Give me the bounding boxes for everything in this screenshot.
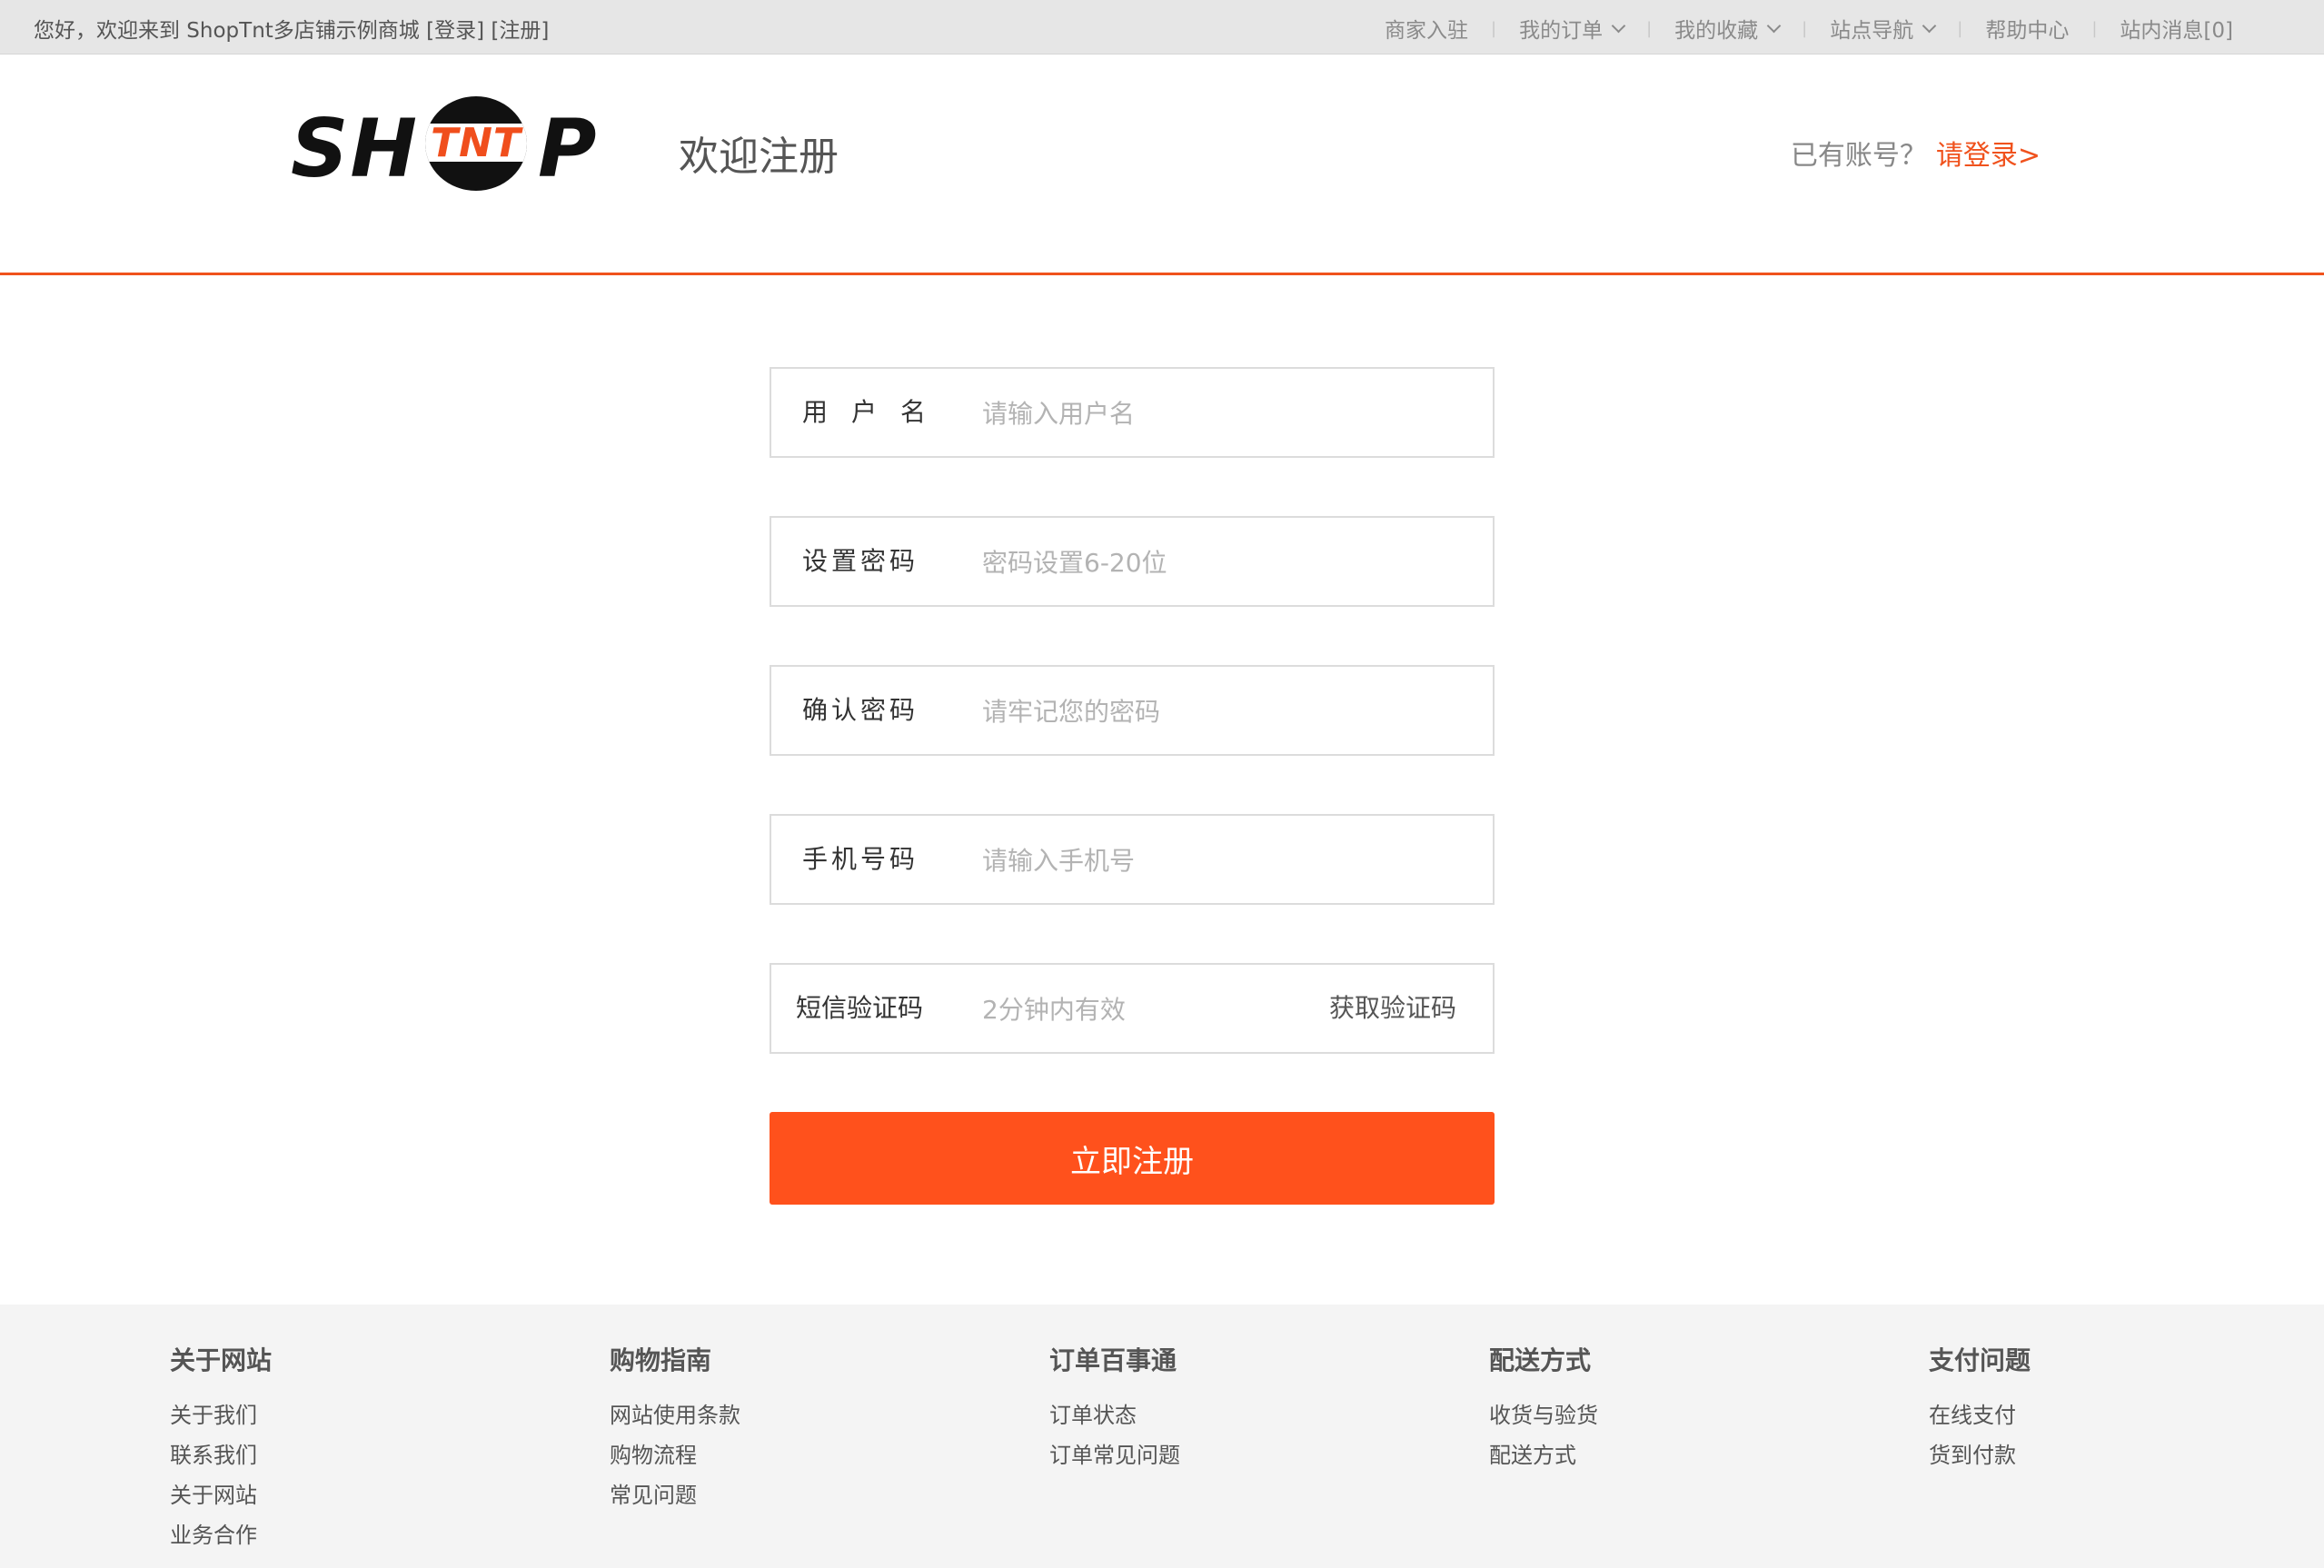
chevron-down-icon bbox=[1922, 18, 1937, 34]
confirm-password-row: 确认密码 bbox=[770, 665, 1495, 756]
top-nav: 商家入驻 | 我的订单 | 我的收藏 | 站点导航 | 帮助中心 | 站内消息[… bbox=[1385, 13, 2233, 44]
password-input[interactable] bbox=[980, 536, 1456, 589]
footer-column-title: 关于网站 bbox=[170, 1345, 273, 1375]
footer-column-title: 订单百事通 bbox=[1049, 1345, 1177, 1375]
help-center-link[interactable]: 帮助中心 bbox=[1985, 13, 2069, 44]
greeting-text: 您好，欢迎来到 ShopTnt多店铺示例商城 bbox=[34, 19, 420, 43]
footer: 关于网站 关于我们 联系我们 关于网站 业务合作 购物指南 网站使用条款 购物流… bbox=[0, 1305, 2324, 1568]
footer-column-delivery: 配送方式 收货与验货 配送方式 bbox=[1489, 1341, 1598, 1475]
logo-ring-icon: TNT bbox=[425, 96, 527, 191]
footer-column-about: 关于网站 关于我们 联系我们 关于网站 业务合作 bbox=[170, 1341, 272, 1555]
username-row: 用户名 bbox=[770, 367, 1495, 458]
footer-link[interactable]: 联系我们 bbox=[170, 1435, 272, 1475]
chevron-down-icon bbox=[1766, 18, 1782, 34]
footer-link[interactable]: 网站使用条款 bbox=[610, 1395, 740, 1435]
top-login-link[interactable]: [登录] bbox=[426, 19, 484, 43]
page-title: 欢迎注册 bbox=[679, 134, 839, 180]
confirm-password-input[interactable] bbox=[980, 685, 1456, 738]
password-row: 设置密码 bbox=[770, 516, 1495, 607]
nav-divider: | bbox=[2091, 18, 2098, 38]
nav-divider: | bbox=[1957, 18, 1963, 38]
footer-column-title: 配送方式 bbox=[1489, 1345, 1592, 1375]
footer-link[interactable]: 购物流程 bbox=[610, 1435, 740, 1475]
get-code-button[interactable]: 获取验证码 bbox=[1329, 965, 1456, 1052]
footer-column-payment: 支付问题 在线支付 货到付款 bbox=[1929, 1341, 2031, 1475]
site-nav-menu[interactable]: 站点导航 bbox=[1830, 13, 1937, 44]
sms-code-row: 短信验证码 获取验证码 bbox=[770, 963, 1495, 1054]
footer-link[interactable]: 在线支付 bbox=[1929, 1395, 2031, 1435]
footer-link[interactable]: 配送方式 bbox=[1489, 1435, 1598, 1475]
top-register-link[interactable]: [注册] bbox=[491, 19, 549, 43]
top-bar: 您好，欢迎来到 ShopTnt多店铺示例商城 [登录] [注册] 商家入驻 | … bbox=[0, 0, 2324, 55]
footer-column-title: 支付问题 bbox=[1929, 1345, 2031, 1375]
header-divider bbox=[0, 273, 2324, 275]
logo-text-left: SH bbox=[291, 102, 420, 195]
footer-link[interactable]: 常见问题 bbox=[610, 1475, 740, 1515]
header: SH TNT P 欢迎注册 已有账号？ 请登录> bbox=[0, 55, 2324, 273]
sms-code-label: 短信验证码 bbox=[796, 993, 924, 1023]
phone-input[interactable] bbox=[980, 834, 1456, 887]
username-input[interactable] bbox=[980, 387, 1456, 440]
sms-code-input[interactable] bbox=[980, 983, 1293, 1036]
username-label: 用户名 bbox=[802, 397, 950, 427]
footer-column-orders: 订单百事通 订单状态 订单常见问题 bbox=[1049, 1341, 1180, 1475]
login-link[interactable]: 请登录> bbox=[1936, 140, 2041, 172]
nav-divider: | bbox=[1646, 18, 1653, 38]
have-account-text: 已有账号？ bbox=[1790, 140, 1927, 172]
footer-link[interactable]: 关于我们 bbox=[170, 1395, 272, 1435]
nav-divider: | bbox=[1802, 18, 1808, 38]
footer-link[interactable]: 收货与验货 bbox=[1489, 1395, 1598, 1435]
phone-row: 手机号码 bbox=[770, 814, 1495, 905]
logo-text-middle: TNT bbox=[431, 120, 521, 166]
footer-link[interactable]: 订单常见问题 bbox=[1049, 1435, 1180, 1475]
logo-text-right: P bbox=[538, 102, 597, 195]
password-label: 设置密码 bbox=[802, 546, 919, 576]
footer-link[interactable]: 订单状态 bbox=[1049, 1395, 1180, 1435]
register-button[interactable]: 立即注册 bbox=[770, 1112, 1495, 1205]
footer-link[interactable]: 货到付款 bbox=[1929, 1435, 2031, 1475]
have-account: 已有账号？ 请登录> bbox=[1791, 133, 2041, 173]
site-messages-link[interactable]: 站内消息[0] bbox=[2120, 13, 2233, 44]
phone-label: 手机号码 bbox=[802, 844, 919, 874]
merchant-entry-link[interactable]: 商家入驻 bbox=[1385, 13, 1468, 44]
shoptnt-logo[interactable]: SH TNT P bbox=[291, 93, 604, 197]
chevron-down-icon bbox=[1611, 18, 1626, 34]
welcome-message: 您好，欢迎来到 ShopTnt多店铺示例商城 [登录] [注册] bbox=[34, 13, 549, 44]
footer-column-title: 购物指南 bbox=[610, 1345, 712, 1375]
confirm-password-label: 确认密码 bbox=[802, 695, 919, 725]
nav-divider: | bbox=[1491, 18, 1497, 38]
my-orders-menu[interactable]: 我的订单 bbox=[1519, 13, 1626, 44]
my-favorites-menu[interactable]: 我的收藏 bbox=[1674, 13, 1782, 44]
footer-link[interactable]: 业务合作 bbox=[170, 1515, 272, 1555]
footer-link[interactable]: 关于网站 bbox=[170, 1475, 272, 1515]
footer-column-guide: 购物指南 网站使用条款 购物流程 常见问题 bbox=[610, 1341, 740, 1515]
